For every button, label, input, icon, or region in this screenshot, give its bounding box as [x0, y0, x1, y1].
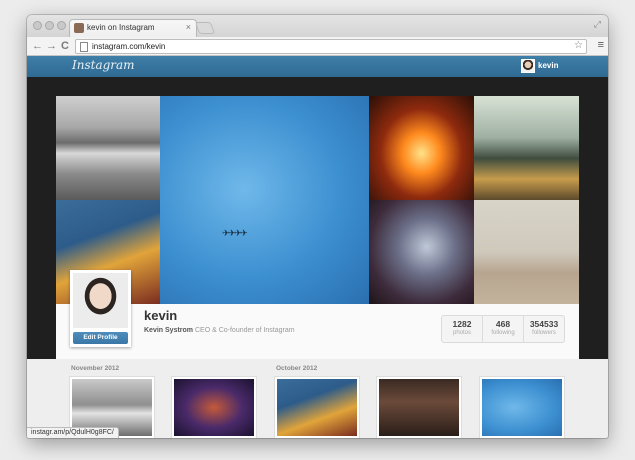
- stat-value: 1282: [452, 319, 472, 329]
- header-username[interactable]: kevin: [538, 61, 558, 70]
- cover-photo[interactable]: [474, 200, 579, 304]
- instagram-header: Instagram kevin: [27, 56, 608, 77]
- feed-photo[interactable]: [275, 377, 359, 438]
- url-text[interactable]: instagram.com/kevin: [92, 42, 165, 51]
- profile-cover-mosaic: ✈ ✈ ✈ ✈: [56, 96, 579, 304]
- instagram-logo[interactable]: Instagram: [72, 58, 135, 72]
- stat-following[interactable]: 468 following: [483, 319, 523, 336]
- profile-photo: [73, 273, 128, 328]
- zoom-window-button[interactable]: [57, 21, 66, 30]
- bookmark-star-icon[interactable]: ☆: [574, 40, 583, 51]
- close-window-button[interactable]: [33, 21, 42, 30]
- page-content: ✈ ✈ ✈ ✈ Edit Profile kevin Kevin Systrom…: [27, 77, 608, 438]
- favicon-icon: [74, 23, 84, 33]
- stat-followers[interactable]: 354533 followers: [524, 319, 564, 336]
- cover-photo[interactable]: [369, 200, 474, 304]
- month-heading: November 2012: [71, 365, 120, 372]
- tab-close-icon[interactable]: ×: [186, 22, 191, 32]
- minimize-window-button[interactable]: [45, 21, 54, 30]
- forward-button[interactable]: →: [46, 39, 57, 53]
- stat-label: followers: [532, 330, 556, 336]
- profile-bio: Kevin Systrom CEO & Co-founder of Instag…: [144, 327, 295, 334]
- fullscreen-icon[interactable]: ⤢: [594, 19, 601, 30]
- feed-photo[interactable]: [377, 377, 461, 438]
- back-button[interactable]: ←: [32, 39, 43, 53]
- profile-avatar: Edit Profile: [70, 270, 131, 347]
- browser-window: kevin on Instagram × ⤢ ← → C instagram.c…: [27, 15, 608, 438]
- feed-photo[interactable]: [172, 377, 256, 438]
- cover-photo[interactable]: [369, 96, 474, 200]
- cover-photo[interactable]: [56, 96, 160, 200]
- cover-photo[interactable]: ✈ ✈ ✈ ✈: [160, 96, 369, 304]
- jets-icon: ✈ ✈ ✈ ✈: [222, 228, 248, 238]
- new-tab-button[interactable]: [194, 22, 216, 34]
- stat-label: photos: [452, 330, 471, 336]
- tab-title: kevin on Instagram: [87, 23, 155, 32]
- stat-label: following: [491, 330, 515, 336]
- address-bar[interactable]: instagram.com/kevin ☆: [75, 39, 587, 54]
- browser-tab[interactable]: kevin on Instagram ×: [69, 19, 197, 37]
- stat-photos[interactable]: 1282 photos: [442, 319, 482, 336]
- profile-stats: 1282 photos 468 following 354533 followe…: [441, 315, 565, 343]
- browser-menu-icon[interactable]: ≡: [598, 39, 604, 51]
- feed-photo[interactable]: [480, 377, 564, 438]
- cover-photo[interactable]: [474, 96, 579, 200]
- stat-value: 468: [495, 319, 511, 329]
- stat-value: 354533: [529, 319, 559, 329]
- edit-profile-button[interactable]: Edit Profile: [73, 332, 128, 344]
- profile-bio-text: CEO & Co-founder of Instagram: [194, 327, 295, 334]
- page-icon: [80, 42, 88, 52]
- month-heading: October 2012: [276, 365, 318, 372]
- profile-full-name: Kevin Systrom: [144, 327, 194, 334]
- browser-toolbar: ← → C instagram.com/kevin ☆ ≡: [27, 37, 608, 56]
- reload-button[interactable]: C: [61, 39, 69, 53]
- status-bar: instagr.am/p/QdulH0g8FC/: [27, 427, 119, 438]
- tab-bar: kevin on Instagram × ⤢: [27, 15, 608, 37]
- header-avatar[interactable]: [521, 59, 535, 73]
- profile-username: kevin: [144, 308, 178, 323]
